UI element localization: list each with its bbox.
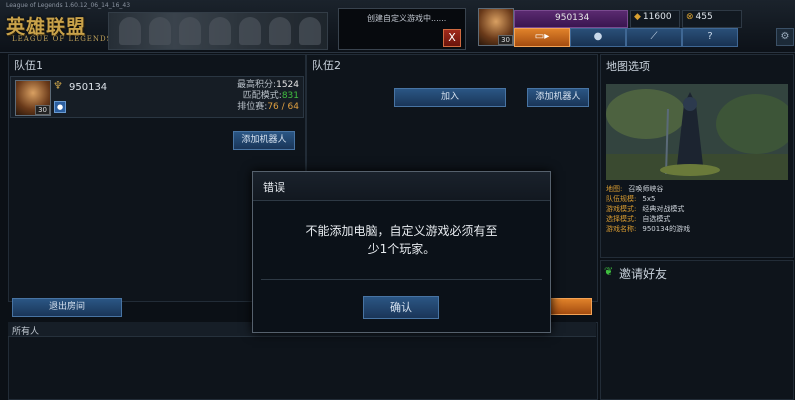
map-detail-row: 游戏名称: 950134的游戏 [606, 225, 691, 233]
game-status-box: 创建自定义游戏中...... X [338, 8, 466, 50]
rank-icon: ♆ [53, 79, 63, 92]
ip-currency: ◆ 11600 [630, 10, 680, 28]
map-options-title: 地图选项 [606, 60, 650, 73]
dialog-header [253, 172, 550, 201]
help-icon: ? [707, 31, 713, 42]
dialog-title: 错误 [263, 181, 285, 194]
team2-add-bot-button[interactable]: 添加机器人 [527, 88, 589, 107]
team1-player-slot[interactable]: 30 ♆ 950134 ● 最高积分:1524 匹配模式:831 排位赛:76 … [10, 76, 304, 118]
gear-icon: ⚙ [780, 31, 790, 42]
profile-name-bar[interactable]: 950134 [514, 10, 628, 28]
player-stats: 最高积分:1524 匹配模式:831 排位赛:76 / 64 [221, 80, 299, 113]
person-icon: ● [593, 31, 603, 42]
invite-title[interactable]: 邀请好友 [619, 265, 667, 282]
champion-banner[interactable] [108, 12, 328, 50]
message-line: 少1个玩家。 [367, 242, 436, 256]
help-button[interactable]: ? [682, 28, 738, 47]
rp-amount: 455 [695, 12, 713, 22]
logo-subtitle: LEAGUE OF LEGENDS [12, 35, 113, 43]
settings-button[interactable]: ⚙ [776, 28, 794, 46]
leave-room-button[interactable]: 退出房间 [12, 298, 122, 317]
avatar[interactable]: 30 [478, 8, 514, 46]
player-name: 950134 [69, 82, 108, 93]
team2-title: 队伍2 [312, 59, 341, 72]
team1-add-bot-button[interactable]: 添加机器人 [233, 131, 295, 150]
player-avatar[interactable]: 30 [15, 80, 51, 116]
owner-icon: ● [54, 101, 66, 113]
level-badge: 30 [498, 35, 513, 45]
team1-title: 队伍1 [14, 59, 43, 72]
version-label: League of Legends 1.60.12_06_14_16_43 [6, 2, 131, 9]
ip-amount: 11600 [642, 12, 672, 22]
play-button[interactable]: ▭▸ [514, 28, 570, 47]
message-line: 不能添加电脑，自定义游戏必须有至 [305, 224, 498, 238]
map-illustration [606, 84, 788, 180]
player-level: 30 [35, 105, 50, 115]
join-team2-button[interactable]: 加入 [394, 88, 506, 107]
chat-tab-all[interactable]: 所有人 [12, 324, 39, 337]
rp-currency: ⊗ 455 [682, 10, 742, 28]
error-dialog: 错误 不能添加电脑，自定义游戏必须有至 少1个玩家。 确认 [252, 171, 551, 333]
map-detail-row: 选择模式: 自选模式 [606, 215, 671, 223]
status-text: 创建自定义游戏中...... [367, 14, 447, 23]
play-icon: ▭▸ [534, 31, 550, 42]
stat-row: 匹配模式:831 [242, 91, 299, 101]
map-detail-row: 地图: 召唤师峡谷 [606, 185, 664, 193]
leaf-icon: ❦ [604, 265, 614, 278]
sword-icon: ⟋ [650, 31, 658, 42]
stat-row: 排位赛:76 / 64 [237, 102, 299, 112]
confirm-button[interactable]: 确认 [363, 296, 439, 319]
username: 950134 [555, 13, 590, 23]
map-preview-image [606, 84, 788, 180]
stat-row: 最高积分:1524 [237, 80, 299, 90]
profile-button[interactable]: ● [570, 28, 626, 47]
ip-icon: ◆ [634, 12, 641, 22]
store-button[interactable]: ⟋ [626, 28, 682, 47]
close-icon[interactable]: X [443, 29, 461, 47]
map-details: 地图: 召唤师峡谷 队伍规模: 5x5 游戏模式: 经典对战模式 选择模式: 自选模式 … [606, 184, 690, 234]
map-detail-row: 队伍规模: 5x5 [606, 195, 656, 203]
rp-icon: ⊗ [686, 12, 694, 22]
map-detail-row: 游戏模式: 经典对战模式 [606, 205, 685, 213]
divider [261, 279, 542, 280]
dialog-message: 不能添加电脑，自定义游戏必须有至 少1个玩家。 [253, 222, 550, 258]
